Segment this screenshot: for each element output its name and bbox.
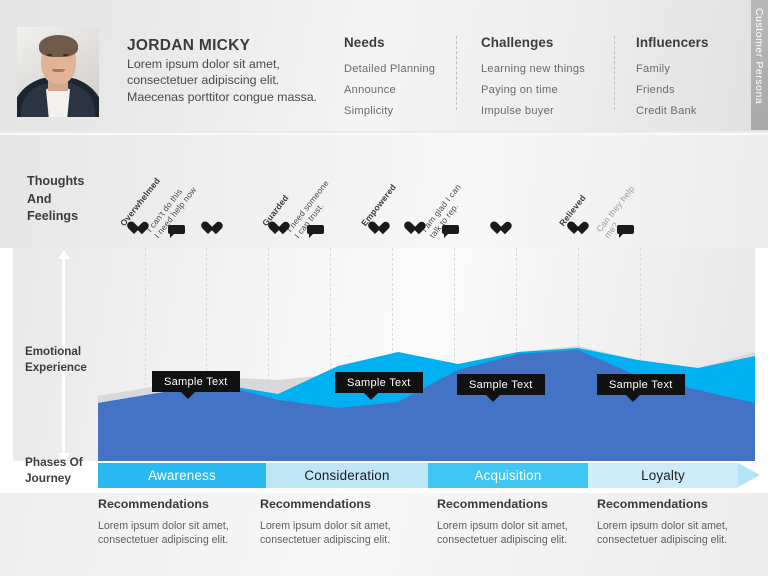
speech-bubble-icon [307, 222, 324, 238]
heart-icon [126, 222, 141, 236]
emotional-experience-label: Emotional Experience [25, 344, 113, 375]
column-divider [614, 36, 615, 110]
annotation-sample-text[interactable]: Sample Text [152, 371, 240, 399]
axis-label-line: Journey [25, 470, 71, 485]
heart-icon [489, 222, 504, 236]
recommendation-body: Lorem ipsum dolor sit amet, consectetuer… [597, 520, 728, 546]
speech-bubble-icon [442, 222, 459, 238]
heart-icon [566, 222, 581, 236]
needs-item: Simplicity [344, 105, 394, 117]
speech-bubble-icon [617, 222, 634, 238]
phase-acquisition[interactable]: Acquisition [428, 463, 588, 488]
heart-icon [403, 222, 418, 236]
persona-column-challenges: Challenges Learning new things Paying on… [481, 35, 585, 122]
axis-label-line: Phases Of [25, 455, 83, 469]
influencers-item: Credit Bank [636, 105, 697, 117]
needs-item: Announce [344, 84, 396, 96]
persona-description: Lorem ipsum dolor sit amet, consectetuer… [127, 57, 318, 104]
challenges-item: Impulse buyer [481, 105, 554, 117]
challenges-title: Challenges [481, 35, 554, 50]
recommendation-acquisition: Recommendations Lorem ipsum dolor sit am… [437, 497, 597, 547]
challenges-item: Learning new things [481, 63, 586, 75]
persona-avatar [17, 27, 99, 117]
axis-label-line: Experience [25, 360, 87, 374]
annotation-sample-text[interactable]: Sample Text [457, 374, 545, 402]
influencers-item: Friends [636, 84, 675, 96]
persona-column-needs: Needs Detailed Planning Announce Simplic… [344, 35, 435, 122]
persona-column-influencers: Influencers Family Friends Credit Bank [636, 35, 709, 122]
persona-header: JORDAN MICKY Lorem ipsum dolor sit amet,… [0, 0, 768, 131]
influencers-item: Family [636, 63, 671, 75]
phase-awareness[interactable]: Awareness [98, 463, 266, 488]
thoughts-label-line: Thoughts [27, 174, 85, 188]
recommendation-consideration: Recommendations Lorem ipsum dolor sit am… [260, 497, 420, 547]
thoughts-label-line: And [27, 191, 52, 206]
recommendation-body: Lorem ipsum dolor sit amet, consectetuer… [260, 520, 391, 546]
needs-item: Detailed Planning [344, 63, 436, 75]
thoughts-and-feelings-label: Thoughts And Feelings [27, 173, 84, 226]
persona-name: JORDAN MICKY [127, 37, 251, 54]
recommendation-title: Recommendations [437, 497, 548, 511]
influencers-title: Influencers [636, 35, 709, 50]
phases-of-journey-label: Phases Of Journey [25, 455, 83, 486]
annotation-sample-text[interactable]: Sample Text [335, 372, 423, 400]
heart-icon [267, 222, 282, 236]
recommendation-title: Recommendations [260, 497, 371, 511]
emotional-experience-chart: Jordan Emotions Brand Affinity [13, 248, 755, 461]
recommendation-loyalty: Recommendations Lorem ipsum dolor sit am… [597, 497, 757, 547]
recommendation-title: Recommendations [98, 497, 209, 511]
thoughts-label-line: Feelings [27, 209, 79, 223]
phase-consideration[interactable]: Consideration [266, 463, 428, 488]
customer-persona-tab[interactable]: Customer Persona [751, 0, 768, 130]
phases-of-journey-bar: Awareness Consideration Acquisition Loya… [98, 463, 760, 488]
heart-icon [367, 222, 382, 236]
recommendation-body: Lorem ipsum dolor sit amet, consectetuer… [98, 520, 229, 546]
recommendation-body: Lorem ipsum dolor sit amet, consectetuer… [437, 520, 568, 546]
column-divider [456, 36, 457, 110]
needs-title: Needs [344, 35, 385, 50]
recommendation-title: Recommendations [597, 497, 708, 511]
recommendation-awareness: Recommendations Lorem ipsum dolor sit am… [98, 497, 258, 547]
recommendations-section: Recommendations Lorem ipsum dolor sit am… [0, 493, 768, 576]
speech-bubble-icon [168, 222, 185, 238]
challenges-item: Paying on time [481, 84, 558, 96]
chart-areas [98, 346, 755, 461]
axis-label-line: Emotional [25, 345, 82, 358]
phase-arrow-tip-icon [738, 463, 760, 487]
annotation-sample-text[interactable]: Sample Text [597, 374, 685, 402]
customer-persona-tab-label: Customer Persona [753, 8, 764, 105]
heart-icon [200, 222, 215, 236]
phase-loyalty[interactable]: Loyalty [588, 463, 738, 488]
